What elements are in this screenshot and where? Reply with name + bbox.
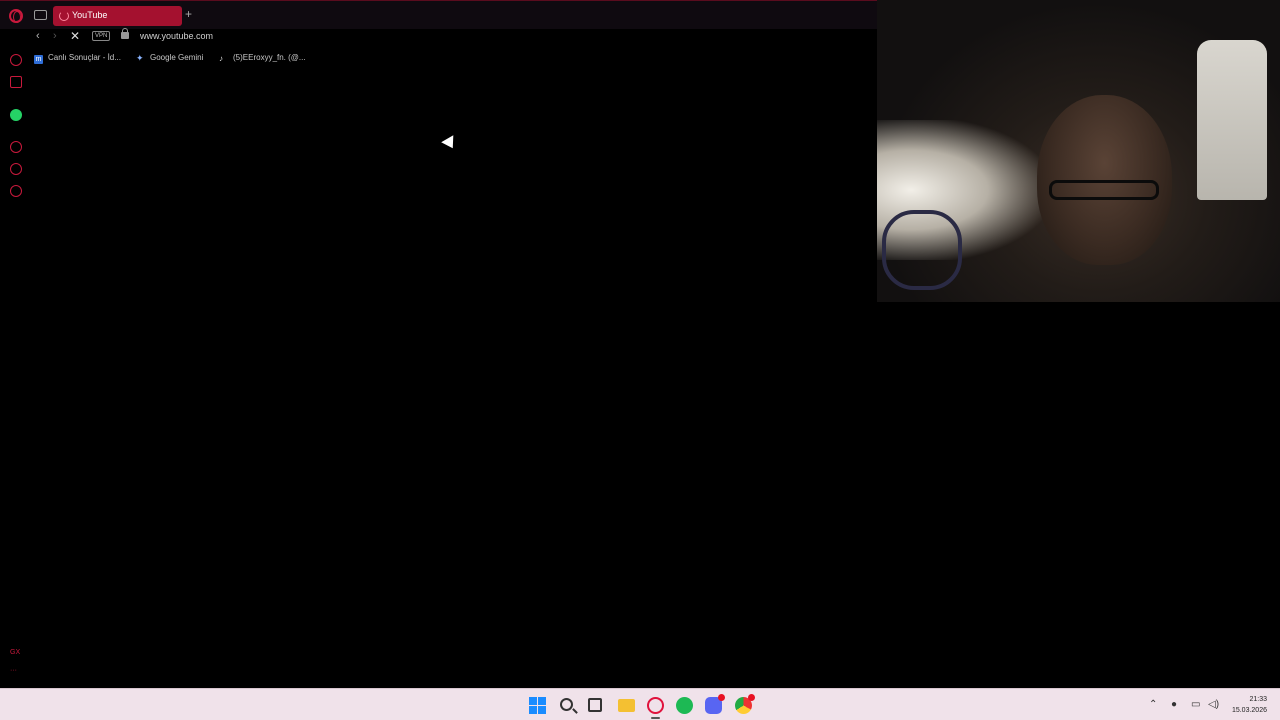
tab-bar: YouTube + xyxy=(0,0,877,29)
spotify-icon[interactable] xyxy=(676,697,693,714)
task-view-icon[interactable] xyxy=(588,698,602,712)
app-icon[interactable] xyxy=(735,694,755,714)
new-tab-plus-icon[interactable]: + xyxy=(185,7,192,21)
tab-title: YouTube xyxy=(72,10,108,20)
clock-date: 15.03.2026 xyxy=(1231,707,1267,714)
gemini-star-icon: ✦ xyxy=(136,53,144,63)
whatsapp-icon[interactable] xyxy=(10,109,22,121)
tiktok-icon: ♪ xyxy=(219,54,223,63)
tab-youtube[interactable]: YouTube xyxy=(53,6,182,26)
taskbar: ⌃ ● ▭ ◁) 21:33 15.03.2026 xyxy=(0,688,1280,720)
search-icon[interactable] xyxy=(560,698,573,711)
volume-icon[interactable]: ◁) xyxy=(1208,699,1219,710)
notification-badge xyxy=(748,694,755,701)
webcam-overlay xyxy=(877,0,1280,302)
discord-icon[interactable] xyxy=(705,694,725,714)
gx-label[interactable]: GX xyxy=(10,649,22,661)
tab-snapshot-icon[interactable] xyxy=(34,10,47,20)
mackolik-icon: m xyxy=(34,55,43,64)
webcam-hanging-shirt xyxy=(1197,40,1267,200)
active-app-indicator xyxy=(651,717,660,719)
mouse-cursor-icon xyxy=(441,135,459,152)
vpn-badge[interactable]: VPN xyxy=(92,31,111,41)
show-hidden-icons-icon[interactable]: ⌃ xyxy=(1149,699,1157,710)
microphone-icon[interactable]: ● xyxy=(1171,699,1177,710)
gx-control-icon[interactable] xyxy=(10,54,22,66)
file-explorer-icon[interactable] xyxy=(618,699,635,712)
history-icon[interactable] xyxy=(10,163,22,175)
bookmark-label: Canlı Sonuçlar - İd... xyxy=(48,53,121,62)
back-arrow-icon[interactable]: ‹ xyxy=(36,30,40,42)
page-content-blank xyxy=(30,70,877,688)
stop-loading-icon[interactable]: ✕ xyxy=(70,29,80,43)
webcam-glasses xyxy=(1049,180,1159,200)
desktop-screen: YouTube + ‹ › ✕ VPN www.youtube.com m Can… xyxy=(0,0,1280,720)
bookmarks-bar: m Canlı Sonuçlar - İd... ✦ Google Gemini ♪… xyxy=(30,50,877,68)
bookmark-canli-sonuclar[interactable]: m Canlı Sonuçlar - İd... xyxy=(34,53,121,64)
bookmark-label: (5)EEroxyy_fn. (@... xyxy=(233,53,306,62)
windows-start-icon[interactable] xyxy=(529,697,546,714)
bookmark-tiktok[interactable]: ♪ (5)EEroxyy_fn. (@... xyxy=(219,53,306,63)
gx-corner-icon[interactable] xyxy=(10,76,22,88)
bookmark-label: Google Gemini xyxy=(150,53,204,62)
webcam-chair xyxy=(882,210,962,290)
bookmark-google-gemini[interactable]: ✦ Google Gemini xyxy=(136,53,203,63)
opera-gx-taskbar-icon[interactable] xyxy=(647,697,664,714)
notification-badge xyxy=(718,694,725,701)
player-icon[interactable] xyxy=(10,141,22,153)
opera-logo-icon[interactable] xyxy=(9,9,23,23)
forward-arrow-icon[interactable]: › xyxy=(53,30,57,42)
settings-gear-icon[interactable] xyxy=(10,185,22,197)
sidebar: GX ··· xyxy=(0,46,30,688)
more-icon[interactable]: ··· xyxy=(10,667,22,679)
address-bar: ‹ › ✕ VPN www.youtube.com xyxy=(30,28,877,46)
url-field[interactable]: www.youtube.com xyxy=(140,31,213,41)
system-clock[interactable]: 21:33 15.03.2026 xyxy=(1232,694,1267,716)
lock-icon[interactable] xyxy=(121,28,129,39)
network-icon[interactable]: ▭ xyxy=(1191,699,1200,710)
loading-spinner-icon xyxy=(59,11,69,21)
clock-time: 21:33 xyxy=(1249,696,1267,703)
